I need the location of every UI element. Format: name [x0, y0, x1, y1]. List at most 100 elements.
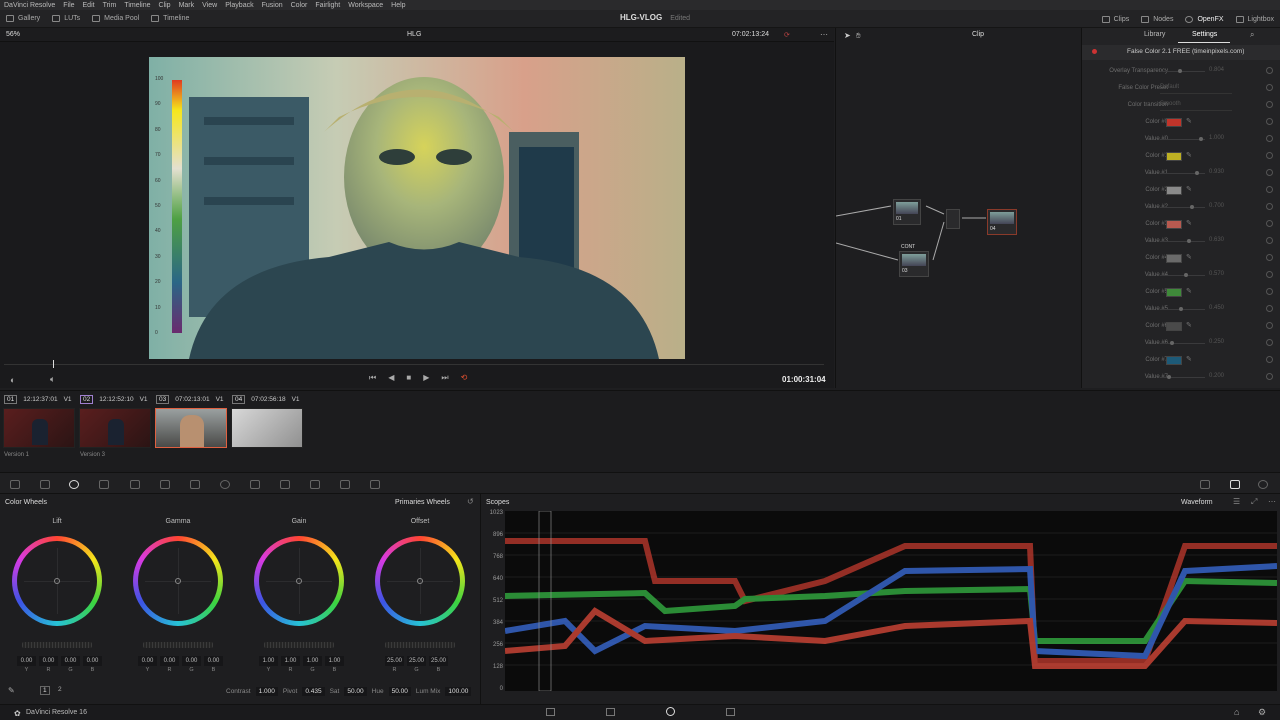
offset-wheel[interactable]: [375, 536, 465, 626]
color-picker-icon[interactable]: ✎: [1186, 321, 1192, 329]
lift-master-dial[interactable]: [22, 642, 92, 648]
pointer-tool-icon[interactable]: ➤: [844, 31, 851, 40]
clip-thumbnail-03[interactable]: [155, 408, 227, 448]
page-2-button[interactable]: 2: [56, 686, 64, 693]
menu-item[interactable]: Color: [291, 2, 308, 9]
camera-raw-icon[interactable]: [10, 480, 20, 489]
gain-wheel[interactable]: [254, 536, 344, 626]
gallery-button[interactable]: Gallery: [0, 10, 46, 28]
magic-mask-icon[interactable]: [280, 480, 290, 489]
reset-icon[interactable]: [1266, 67, 1273, 74]
color-swatch[interactable]: [1166, 254, 1182, 263]
clips-button[interactable]: Clips: [1096, 10, 1136, 28]
search-icon[interactable]: ⌕: [1250, 30, 1254, 40]
reset-icon[interactable]: [1266, 339, 1273, 346]
setting-value[interactable]: 0.630: [1209, 237, 1231, 246]
keyframes-icon[interactable]: [1200, 480, 1210, 489]
value-field[interactable]: 1.00: [259, 656, 278, 666]
layer-mixer-node[interactable]: [946, 209, 960, 229]
rgb-mixer-icon[interactable]: [99, 480, 109, 489]
setting-value[interactable]: 0.250: [1209, 339, 1231, 348]
node-editor[interactable]: ➤ ✋︎ Clip 01 04 CONT 03: [835, 28, 1080, 388]
playhead[interactable]: [53, 360, 54, 368]
clip-thumbnail-04[interactable]: [231, 408, 303, 448]
viewer-label[interactable]: HLG: [407, 31, 421, 38]
plugin-setting-row[interactable]: Value #2 0.700: [1082, 200, 1280, 217]
reset-icon[interactable]: [1266, 84, 1273, 91]
reset-icon[interactable]: [1266, 305, 1273, 312]
menu-item[interactable]: Edit: [83, 2, 95, 9]
waveform-display[interactable]: [505, 511, 1277, 691]
setting-value[interactable]: 0.700: [1209, 203, 1231, 212]
setting-value[interactable]: 0.450: [1209, 305, 1231, 314]
plugin-setting-row[interactable]: Color #7 ✎: [1082, 353, 1280, 370]
openfx-button[interactable]: OpenFX: [1179, 10, 1229, 28]
volume-icon[interactable]: 🔈︎: [50, 374, 55, 385]
reset-icon[interactable]: [1266, 220, 1273, 227]
plugin-setting-row[interactable]: Value #5 0.450: [1082, 302, 1280, 319]
plugin-header[interactable]: False Color 2.1 FREE (timeinpixels.com): [1082, 45, 1280, 60]
page-deliver-icon[interactable]: [726, 708, 735, 716]
settings-gear-icon[interactable]: ⚙: [1258, 707, 1266, 718]
reset-icon[interactable]: [1266, 288, 1273, 295]
wheel-mode-dropdown[interactable]: Primaries Wheels: [395, 499, 450, 506]
page-1-button[interactable]: 1: [40, 686, 50, 695]
info-icon[interactable]: [1258, 480, 1268, 489]
step-back-icon[interactable]: ◀: [388, 373, 394, 383]
plugin-setting-row[interactable]: Color #6 ✎: [1082, 319, 1280, 336]
color-swatch[interactable]: [1166, 118, 1182, 127]
value-field[interactable]: 0.00: [61, 656, 80, 666]
setting-value[interactable]: 0.804: [1209, 67, 1231, 76]
menu-item[interactable]: Workspace: [348, 2, 383, 9]
value-field[interactable]: 0.00: [138, 656, 157, 666]
plugin-enable-icon[interactable]: [1092, 49, 1097, 54]
node-03[interactable]: 03: [899, 251, 929, 277]
plugin-setting-row[interactable]: Value #6 0.250: [1082, 336, 1280, 353]
skip-to-end-icon[interactable]: ⏭: [441, 373, 448, 383]
plugin-setting-row[interactable]: Color #3 ✎: [1082, 217, 1280, 234]
plugin-setting-row[interactable]: Color #4 ✎: [1082, 251, 1280, 268]
reset-icon[interactable]: [1266, 271, 1273, 278]
reset-icon[interactable]: [1266, 186, 1273, 193]
reset-icon[interactable]: [1266, 101, 1273, 108]
plugin-setting-row[interactable]: Color #2 ✎: [1082, 183, 1280, 200]
color-picker-icon[interactable]: ✎: [1186, 219, 1192, 227]
luts-button[interactable]: LUTs: [46, 10, 86, 28]
menu-item[interactable]: Timeline: [124, 2, 150, 9]
value-field[interactable]: 25.00: [429, 656, 448, 666]
reset-icon[interactable]: [1266, 322, 1273, 329]
slider-handle[interactable]: [1178, 69, 1183, 73]
reset-all-icon[interactable]: ↺: [467, 497, 474, 506]
motion-effects-icon[interactable]: [130, 480, 140, 489]
color-swatch[interactable]: [1166, 288, 1182, 297]
play-icon[interactable]: ▶: [423, 373, 429, 383]
loop-icon[interactable]: ⟳: [784, 31, 790, 39]
color-wheels-icon[interactable]: [69, 480, 79, 489]
expand-icon[interactable]: ⤢: [1251, 497, 1257, 507]
lum-mix-field[interactable]: 100.00: [445, 686, 472, 696]
setting-value[interactable]: 0.570: [1209, 271, 1231, 280]
setting-value[interactable]: 1.000: [1209, 135, 1231, 144]
reset-icon[interactable]: [1266, 373, 1273, 380]
slider-handle[interactable]: [1195, 171, 1200, 175]
timeline-button[interactable]: Timeline: [145, 10, 195, 28]
value-field[interactable]: 1.00: [281, 656, 300, 666]
video-frame[interactable]: [149, 57, 685, 359]
slider-handle[interactable]: [1186, 239, 1191, 243]
color-match-icon[interactable]: [40, 480, 50, 489]
reset-icon[interactable]: [1266, 356, 1273, 363]
plugin-setting-row[interactable]: Value #4 0.570: [1082, 268, 1280, 285]
menu-item[interactable]: Help: [391, 2, 405, 9]
clip-mode-dropdown[interactable]: Clip: [972, 31, 984, 38]
setting-slider[interactable]: [1160, 207, 1205, 208]
page-cut-icon[interactable]: [606, 708, 615, 716]
setting-dropdown[interactable]: Default: [1160, 84, 1232, 94]
slider-handle[interactable]: [1198, 137, 1203, 141]
reset-icon[interactable]: [1266, 203, 1273, 210]
slider-handle[interactable]: [1184, 273, 1189, 277]
nodes-button[interactable]: Nodes: [1135, 10, 1179, 28]
plugin-setting-row[interactable]: Value #1 0.930: [1082, 166, 1280, 183]
hue-field[interactable]: 50.00: [388, 686, 411, 696]
plugin-setting-row[interactable]: Value #7 0.200: [1082, 370, 1280, 387]
value-field[interactable]: 0.00: [204, 656, 223, 666]
